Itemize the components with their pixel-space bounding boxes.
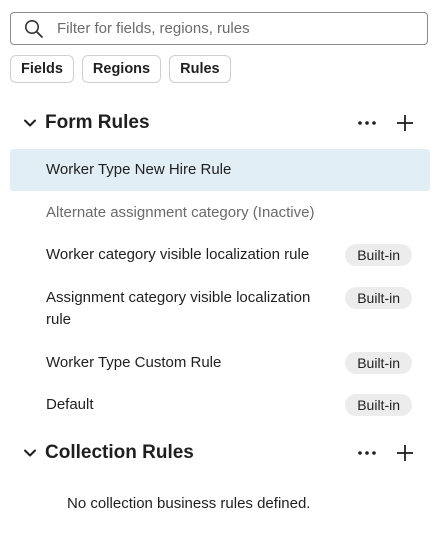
built-in-badge: Built-in <box>345 352 412 374</box>
filter-chips: Fields Regions Rules <box>10 55 231 83</box>
rule-item[interactable]: Assignment category visible localization… <box>10 287 430 331</box>
search-icon <box>23 18 45 40</box>
rule-item[interactable]: Alternate assignment category (Inactive) <box>10 192 430 234</box>
collection-rules-empty-message: No collection business rules defined. <box>67 495 311 512</box>
form-rules-header: Form Rules <box>10 108 428 138</box>
collection-rules-title: Collection Rules <box>45 442 194 463</box>
rule-label: Worker Type Custom Rule <box>46 354 222 371</box>
rule-label: Worker category visible localization rul… <box>46 246 310 263</box>
plus-icon[interactable] <box>392 110 418 136</box>
collection-rules-header: Collection Rules <box>10 438 428 468</box>
more-horizontal-icon[interactable] <box>354 440 380 466</box>
rule-label: Worker Type New Hire Rule <box>46 161 232 178</box>
rule-item[interactable]: Default Built-in <box>10 384 430 426</box>
more-horizontal-icon[interactable] <box>354 110 380 136</box>
rule-label: Default <box>46 396 94 413</box>
search-field[interactable] <box>10 12 428 45</box>
chevron-down-icon[interactable] <box>20 113 40 133</box>
rule-item[interactable]: Worker Type New Hire Rule <box>10 149 430 191</box>
filter-regions-button[interactable]: Regions <box>81 55 162 83</box>
built-in-badge: Built-in <box>345 244 412 266</box>
rule-item[interactable]: Worker Type Custom Rule Built-in <box>10 342 430 384</box>
filter-fields-button[interactable]: Fields <box>10 55 74 83</box>
built-in-badge: Built-in <box>345 394 412 416</box>
rule-label: Alternate assignment category (Inactive) <box>46 204 315 221</box>
rule-item[interactable]: Worker category visible localization rul… <box>10 234 430 276</box>
plus-icon[interactable] <box>392 440 418 466</box>
built-in-badge: Built-in <box>345 287 412 309</box>
rule-label: Assignment category visible localization… <box>46 289 311 328</box>
search-input[interactable] <box>57 20 427 37</box>
form-rules-title: Form Rules <box>45 112 150 133</box>
chevron-down-icon[interactable] <box>20 443 40 463</box>
filter-rules-button[interactable]: Rules <box>169 55 231 83</box>
